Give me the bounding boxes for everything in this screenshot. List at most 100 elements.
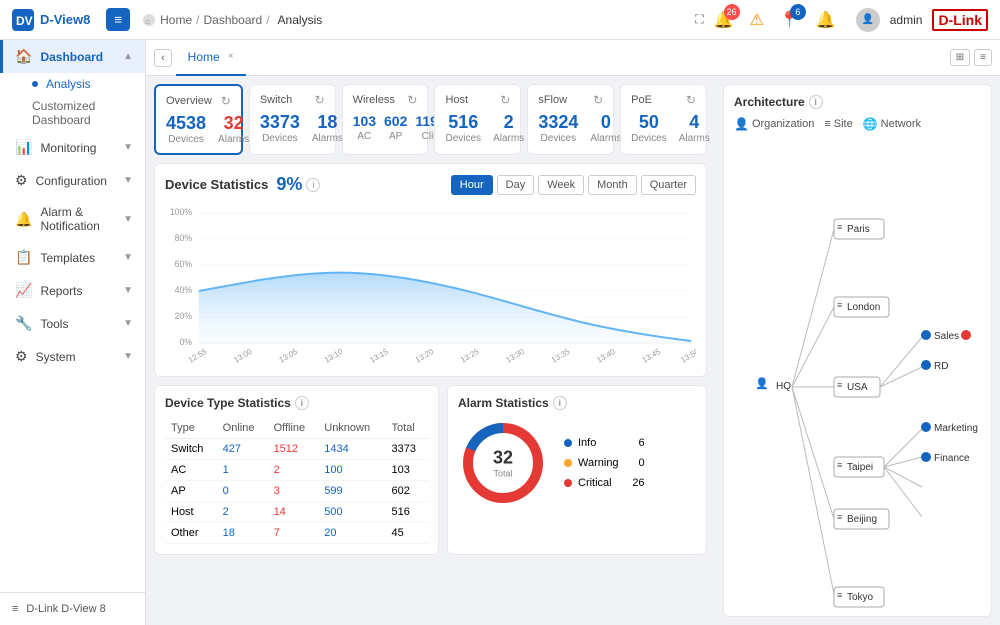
tab-list-button[interactable]: ≡: [974, 49, 992, 66]
sidebar-footer[interactable]: ≡ D-Link D-View 8: [0, 592, 145, 625]
sflow-title: sFlow: [538, 94, 567, 106]
chart-header: Device Statistics 9% i Hour Day Week Mon…: [165, 174, 696, 195]
cell-offline: 2: [268, 460, 319, 481]
switch-alarms-num: 18: [312, 113, 343, 131]
breadcrumb-dashboard[interactable]: Dashboard: [203, 13, 262, 27]
sidebar-item-templates[interactable]: 📋 Templates ▼: [0, 241, 145, 274]
breadcrumb-current: Analysis: [278, 13, 323, 27]
finance-node[interactable]: Finance: [921, 452, 970, 464]
sidebar-item-system[interactable]: ⚙ System ▼: [0, 340, 145, 373]
hq-node[interactable]: 👤 HQ: [755, 377, 791, 392]
overview-values: 4538 Devices 32 Alarms: [166, 114, 231, 145]
notification-badge-3[interactable]: 📍 6: [780, 10, 800, 30]
beijing-node[interactable]: ≡ Beijing: [834, 509, 889, 529]
rd-node[interactable]: RD: [921, 360, 948, 372]
filter-week[interactable]: Week: [538, 175, 584, 195]
configuration-icon: ⚙: [15, 172, 28, 189]
main-container: 🏠 Dashboard ▲ Analysis Customized Dashbo…: [0, 40, 1000, 625]
expand-icon[interactable]: ⛶: [695, 12, 703, 27]
alarm-info-icon[interactable]: i: [553, 396, 567, 410]
wireless-refresh-icon[interactable]: ↻: [407, 93, 417, 107]
tab-grid-button[interactable]: ⊞: [950, 49, 970, 66]
switch-refresh-icon[interactable]: ↻: [315, 93, 325, 107]
svg-text:London: London: [847, 302, 880, 313]
switch-card-header: Switch ↻: [260, 93, 325, 107]
notification-badge-4[interactable]: 🔔: [816, 10, 836, 30]
filter-day[interactable]: Day: [497, 175, 535, 195]
app-logo: DV D-View8: [12, 9, 90, 31]
poe-refresh-icon[interactable]: ↻: [686, 93, 696, 107]
sidebar-item-reports[interactable]: 📈 Reports ▼: [0, 274, 145, 307]
svg-text:≡: ≡: [837, 512, 842, 522]
sidebar-item-dashboard[interactable]: 🏠 Dashboard ▲: [0, 40, 145, 73]
notification-badge-1[interactable]: 🔔 26: [714, 10, 734, 30]
filter-month[interactable]: Month: [588, 175, 637, 195]
sflow-devices-num: 3324: [538, 113, 578, 131]
poe-alarms-label: Alarms: [679, 133, 710, 144]
sidebar-label-monitoring: Monitoring: [40, 141, 96, 155]
svg-text:12:55: 12:55: [187, 347, 209, 363]
marketing-node[interactable]: Marketing: [921, 422, 978, 434]
filter-hour[interactable]: Hour: [451, 175, 493, 195]
chart-info-icon[interactable]: i: [306, 178, 320, 192]
bottom-row: Device Type Statistics i Type Online Off…: [154, 385, 707, 555]
chevron-down-icon-3: ▼: [123, 214, 133, 225]
taipei-node[interactable]: ≡ Taipei: [834, 457, 884, 477]
cell-online: 1: [217, 460, 268, 481]
host-devices-num: 516: [445, 113, 481, 131]
menu-toggle-button[interactable]: ≡: [106, 8, 130, 31]
london-node[interactable]: ≡ London: [834, 297, 889, 317]
sidebar-item-alarm[interactable]: 🔔 Alarm & Notification ▼: [0, 197, 145, 241]
svg-text:13:35: 13:35: [550, 347, 572, 363]
cell-total: 103: [386, 460, 428, 481]
filter-quarter[interactable]: Quarter: [641, 175, 696, 195]
dashboard-icon: 🏠: [15, 48, 32, 65]
info-dot: [564, 439, 572, 447]
tab-close-icon[interactable]: ×: [228, 51, 234, 62]
switch-alarms: 18 Alarms: [312, 113, 343, 144]
legend-network: 🌐 Network: [863, 117, 921, 131]
svg-text:≡: ≡: [837, 460, 842, 470]
host-card-header: Host ↻: [445, 93, 510, 107]
svg-text:13:50: 13:50: [679, 347, 696, 363]
sidebar-sub-analysis[interactable]: Analysis: [0, 73, 145, 95]
wireless-ap-num: 602: [384, 113, 407, 129]
poe-values: 50 Devices 4 Alarms: [631, 113, 696, 144]
table-row: AC 1 2 100 103: [165, 460, 428, 481]
sales-node[interactable]: Sales: [921, 330, 971, 342]
breadcrumb-home[interactable]: Home: [160, 13, 192, 27]
svg-text:DV: DV: [16, 14, 33, 28]
device-type-info-icon[interactable]: i: [295, 396, 309, 410]
overview-refresh-icon[interactable]: ↻: [221, 94, 231, 108]
arch-info-icon[interactable]: i: [809, 95, 823, 109]
host-devices: 516 Devices: [445, 113, 481, 144]
sflow-devices-label: Devices: [538, 133, 578, 144]
paris-node[interactable]: ≡ Paris: [834, 219, 884, 239]
device-type-table: Type Online Offline Unknown Total Switch…: [165, 418, 428, 544]
svg-text:13:30: 13:30: [505, 347, 527, 363]
host-refresh-icon[interactable]: ↻: [500, 93, 510, 107]
notification-badge-2[interactable]: ⚠: [750, 10, 764, 30]
sflow-refresh-icon[interactable]: ↻: [593, 93, 603, 107]
usa-node[interactable]: ≡ USA: [834, 377, 880, 397]
chevron-down-icon-2: ▼: [123, 175, 133, 186]
sidebar-sub-customized[interactable]: Customized Dashboard: [0, 95, 145, 131]
overview-alarms: 32 Alarms: [218, 114, 249, 145]
legend-network-label: Network: [881, 118, 921, 130]
cell-total: 3373: [386, 439, 428, 460]
chevron-up-icon: ▲: [123, 51, 133, 62]
tab-nav-prev[interactable]: ‹: [154, 49, 172, 67]
sidebar-item-monitoring[interactable]: 📊 Monitoring ▼: [0, 131, 145, 164]
svg-text:13:20: 13:20: [414, 347, 436, 363]
sidebar-footer-label: D-Link D-View 8: [26, 603, 105, 615]
content-scroll: Overview ↻ 4538 Devices 32 Alarms: [146, 76, 1000, 625]
alarm-legend: Info 6 Warning 0 Criti: [564, 437, 645, 489]
svg-text:80%: 80%: [175, 233, 193, 243]
cell-unknown: 599: [318, 481, 385, 502]
sidebar-item-tools[interactable]: 🔧 Tools ▼: [0, 307, 145, 340]
tab-home[interactable]: Home ×: [176, 40, 246, 76]
tokyo-node[interactable]: ≡ Tokyo: [834, 587, 884, 607]
svg-text:👤: 👤: [755, 377, 769, 390]
sidebar-item-configuration[interactable]: ⚙ Configuration ▼: [0, 164, 145, 197]
switch-title: Switch: [260, 94, 292, 106]
